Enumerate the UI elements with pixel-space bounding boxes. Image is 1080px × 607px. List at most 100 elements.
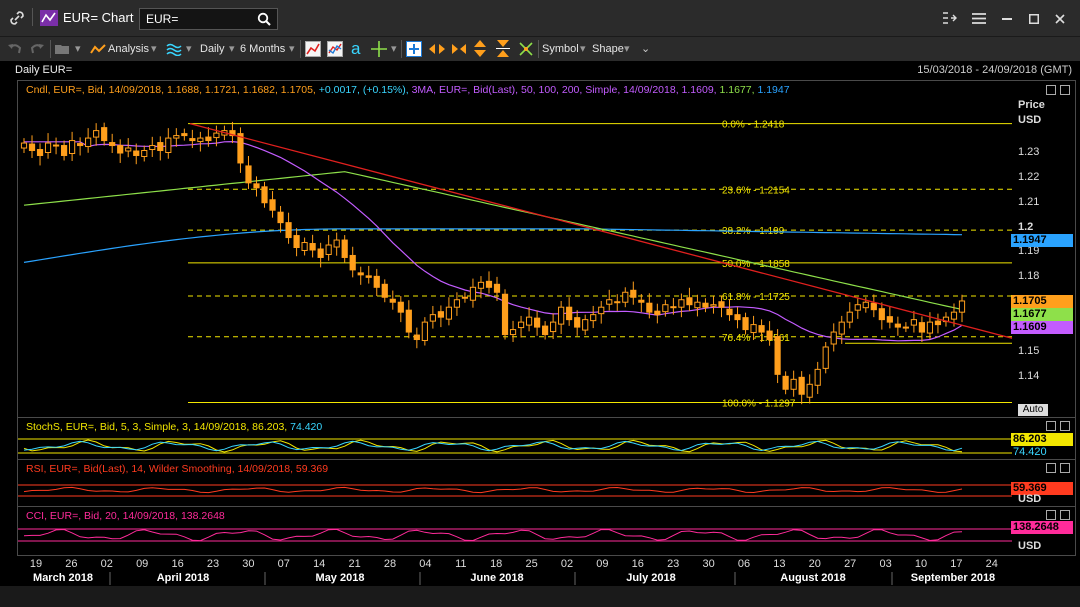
chart-style-icon[interactable] bbox=[166, 42, 182, 56]
zoom-lr-icon[interactable] bbox=[451, 42, 467, 56]
pane-close-icon[interactable] bbox=[1060, 85, 1070, 95]
price-tick-label: 1.14 bbox=[1018, 369, 1040, 382]
close-price-label: 1.1705 bbox=[1011, 295, 1073, 308]
analysis-icon bbox=[90, 44, 106, 54]
pane-restore-icon[interactable] bbox=[1046, 85, 1056, 95]
x-day-label: 23 bbox=[207, 558, 219, 570]
scroll-ud-icon[interactable] bbox=[473, 40, 487, 57]
stoch-legend: StochS, EUR=, Bid, 5, 3, Simple, 3, 14/0… bbox=[26, 421, 322, 433]
x-day-label: 13 bbox=[773, 558, 785, 570]
chart-toolbar: ▾ Analysis ▾ ▾ Daily ▾ 6 Months ▾ a ▾ Sy… bbox=[0, 36, 1080, 61]
zoom-ud-icon[interactable] bbox=[496, 40, 510, 57]
x-month-label: August 2018 bbox=[780, 572, 845, 584]
crosshair-icon[interactable] bbox=[371, 41, 387, 57]
x-day-label: 27 bbox=[844, 558, 856, 570]
x-month-label: May 2018 bbox=[316, 572, 365, 584]
chart-title: Daily EUR= bbox=[15, 64, 73, 76]
x-day-label: 23 bbox=[667, 558, 679, 570]
x-day-label: 24 bbox=[986, 558, 998, 570]
x-day-label: 30 bbox=[702, 558, 714, 570]
symbol-menu[interactable]: Symbol bbox=[542, 41, 579, 57]
x-day-label: 03 bbox=[879, 558, 891, 570]
pane-close-icon[interactable] bbox=[1060, 421, 1070, 431]
cci-unit-label: USD bbox=[1018, 540, 1042, 552]
compare-chart-icon[interactable] bbox=[327, 41, 343, 57]
close-icon[interactable] bbox=[1055, 14, 1065, 24]
cci-legend: CCI, EUR=, Bid, 20, 14/09/2018, 138.2648 bbox=[26, 510, 225, 522]
legend-text: CCI, EUR=, Bid, 20, 14/09/2018, 138.2648 bbox=[26, 510, 225, 522]
ma50-price-label: 1.1609 bbox=[1011, 321, 1073, 334]
annotation-icon[interactable]: a bbox=[350, 40, 366, 57]
x-day-label: 04 bbox=[419, 558, 431, 570]
x-day-label: 07 bbox=[278, 558, 290, 570]
analysis-menu[interactable]: Analysis bbox=[108, 41, 149, 57]
x-day-label: 02 bbox=[101, 558, 113, 570]
price-tick-label: 1.18 bbox=[1018, 270, 1040, 283]
ma200-price-label: 1.1947 bbox=[1011, 234, 1073, 247]
x-day-label: 02 bbox=[561, 558, 573, 570]
legend-text: 74.420 bbox=[290, 421, 323, 433]
legend-text: StochS, EUR=, Bid, 5, 3, Simple, 3, 14/0… bbox=[26, 421, 291, 433]
x-day-label: 28 bbox=[384, 558, 396, 570]
legend-text: 3MA, EUR=, Bid(Last), 50, 100, 200, Simp… bbox=[411, 84, 720, 96]
undo-icon[interactable] bbox=[8, 42, 22, 55]
cci-value-label: 138.2648 bbox=[1011, 521, 1073, 534]
window-title: EUR= Chart bbox=[63, 10, 134, 25]
x-day-label: 19 bbox=[30, 558, 42, 570]
search-icon[interactable] bbox=[257, 12, 271, 26]
price-tick-label: 1.23 bbox=[1018, 146, 1040, 158]
interval-select[interactable]: Daily bbox=[200, 41, 224, 57]
x-day-label: 06 bbox=[738, 558, 750, 570]
rsi-unit-label: USD bbox=[1018, 493, 1042, 505]
x-day-label: 16 bbox=[171, 558, 183, 570]
svg-text:a: a bbox=[351, 40, 361, 57]
x-day-label: 16 bbox=[632, 558, 644, 570]
price-pane[interactable] bbox=[17, 80, 1076, 418]
x-day-label: 09 bbox=[136, 558, 148, 570]
legend-text: Cndl, EUR=, Bid, 14/09/2018, 1.1688, 1.1… bbox=[26, 84, 319, 96]
search-input[interactable]: EUR= bbox=[139, 8, 278, 30]
pane-close-icon[interactable] bbox=[1060, 510, 1070, 520]
pane-close-icon[interactable] bbox=[1060, 463, 1070, 473]
rsi-legend: RSI, EUR=, Bid(Last), 14, Wilder Smoothi… bbox=[26, 463, 328, 475]
chart-app-icon bbox=[40, 10, 58, 26]
shape-menu[interactable]: Shape bbox=[592, 41, 624, 57]
pane-restore-icon[interactable] bbox=[1046, 463, 1056, 473]
maximize-icon[interactable] bbox=[1029, 14, 1039, 24]
x-day-label: 26 bbox=[65, 558, 77, 570]
price-tick-label: 1.15 bbox=[1018, 344, 1040, 357]
price-legend: Cndl, EUR=, Bid, 14/09/2018, 1.1688, 1.1… bbox=[26, 84, 790, 96]
bottom-scroll-area bbox=[0, 586, 1080, 607]
price-tick-label: 1.22 bbox=[1018, 170, 1040, 183]
x-month-label: July 2018 bbox=[626, 572, 676, 584]
folder-icon[interactable] bbox=[55, 43, 71, 55]
line-chart-icon[interactable] bbox=[305, 41, 321, 57]
x-day-label: 11 bbox=[455, 558, 466, 570]
price-tick-label: 1.21 bbox=[1018, 195, 1040, 208]
x-month-label: March 2018 bbox=[33, 572, 93, 584]
redo-icon[interactable] bbox=[30, 42, 44, 55]
x-day-label: 14 bbox=[313, 558, 325, 570]
popout-icon[interactable] bbox=[943, 12, 957, 24]
stoch-k-label: 86.203 bbox=[1011, 433, 1073, 446]
auto-scale-button[interactable]: Auto bbox=[1018, 404, 1048, 416]
search-input-value: EUR= bbox=[146, 12, 179, 26]
price-axis-title: Price bbox=[1018, 99, 1045, 111]
reset-zoom-icon[interactable] bbox=[518, 41, 534, 57]
stoch-d-label: 74.420 bbox=[1011, 446, 1073, 459]
x-day-label: 30 bbox=[242, 558, 254, 570]
zoom-box-icon[interactable] bbox=[406, 41, 422, 57]
pane-restore-icon[interactable] bbox=[1046, 510, 1056, 520]
x-month-label: September 2018 bbox=[911, 572, 995, 584]
scroll-lr-icon[interactable] bbox=[429, 42, 445, 56]
minimize-icon[interactable] bbox=[1002, 18, 1012, 20]
more-chevron-icon[interactable]: ⌄ bbox=[641, 41, 650, 57]
price-axis-unit: USD bbox=[1018, 114, 1042, 126]
menu-icon[interactable] bbox=[972, 13, 986, 24]
period-select[interactable]: 6 Months bbox=[240, 41, 285, 57]
pane-restore-icon[interactable] bbox=[1046, 421, 1056, 431]
price-tick-label: 1.2 bbox=[1018, 220, 1034, 233]
x-month-label: June 2018 bbox=[470, 572, 523, 584]
x-day-label: 09 bbox=[596, 558, 608, 570]
link-icon[interactable] bbox=[10, 11, 24, 25]
